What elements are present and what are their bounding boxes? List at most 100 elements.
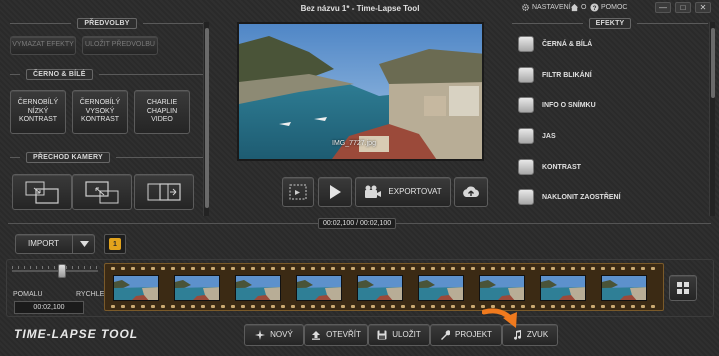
sprocket-hole [541, 267, 545, 270]
open-button[interactable]: OTEVŘÍT [304, 324, 368, 346]
left-scroll-thumb[interactable] [205, 28, 209, 208]
sprocket-hole [281, 267, 285, 270]
save-button[interactable]: ULOŽIT [368, 324, 430, 346]
timeline-thumbnail[interactable] [479, 275, 525, 301]
home-link[interactable]: O [570, 3, 586, 12]
sprocket-hole [231, 267, 235, 270]
sprocket-hole [191, 267, 195, 270]
sprocket-hole [131, 305, 135, 308]
sprocket-hole [241, 305, 245, 308]
sprocket-hole [301, 267, 305, 270]
maximize-button[interactable]: □ [675, 2, 691, 13]
effect-frame-info[interactable]: INFO O SNÍMKU [518, 97, 596, 113]
import-dropdown-button[interactable] [72, 234, 95, 254]
bw-low-contrast-button[interactable]: ČERNOBÍLÝ NÍZKÝ KONTRAST [10, 90, 66, 134]
speed-slider-handle[interactable] [58, 264, 66, 278]
sprocket-hole [131, 267, 135, 270]
effect-contrast[interactable]: KONTRAST [518, 159, 581, 175]
sprocket-hole [261, 267, 265, 270]
sprocket-hole [201, 305, 205, 308]
zoom-out-icon [85, 181, 119, 204]
timeline-thumbnail[interactable] [357, 275, 403, 301]
export-button[interactable]: EXPORTOVAT [355, 177, 451, 207]
orange-pointer-arrow-icon [482, 308, 517, 328]
effect-brightness-checkbox[interactable] [518, 128, 534, 144]
effect-flicker-checkbox[interactable] [518, 67, 534, 83]
new-button[interactable]: NOVÝ [244, 324, 304, 346]
presets-header-label: PŘEDVOLBY [77, 18, 137, 29]
sprocket-hole [341, 305, 345, 308]
sprocket-hole [451, 267, 455, 270]
gear-icon [522, 4, 529, 11]
effect-frame-info-checkbox[interactable] [518, 97, 534, 113]
effect-bw[interactable]: ČERNÁ & BÍLÁ [518, 36, 592, 52]
preview-filename: IMG_7727.jpg [332, 140, 376, 147]
minimize-button[interactable]: — [655, 2, 671, 13]
sprocket-hole [141, 305, 145, 308]
effect-tilt-shift-checkbox[interactable] [518, 189, 534, 205]
wrench-icon [441, 330, 451, 340]
effect-flicker[interactable]: FILTR BLIKÁNÍ [518, 67, 592, 83]
sprocket-hole [121, 305, 125, 308]
close-button[interactable]: ✕ [695, 2, 711, 13]
clear-effects-button[interactable]: VYMAZAT EFEKTY [10, 36, 76, 55]
effects-scrollbar[interactable] [709, 22, 715, 216]
sprocket-hole [211, 267, 215, 270]
effect-bw-checkbox[interactable] [518, 36, 534, 52]
sprocket-hole [181, 305, 185, 308]
help-link[interactable]: ? POMOC [590, 3, 627, 12]
sprocket-hole [431, 305, 435, 308]
sprocket-hole [291, 305, 295, 308]
bw-high-contrast-button[interactable]: ČERNOBÍLÝ VYSOKÝ KONTRAST [72, 90, 128, 134]
speed-slider[interactable] [12, 264, 98, 278]
effect-brightness[interactable]: JAS [518, 128, 556, 144]
sprocket-hole [371, 305, 375, 308]
timeline-thumbnail[interactable] [296, 275, 342, 301]
sprocket-hole [111, 305, 115, 308]
effect-contrast-checkbox[interactable] [518, 159, 534, 175]
effect-tilt-shift[interactable]: NAKLONIT ZAOSTŘENÍ [518, 189, 621, 205]
timeline-thumbnail[interactable] [113, 275, 159, 301]
timeline-thumbnail[interactable] [418, 275, 464, 301]
timeline-thumbnail[interactable] [601, 275, 647, 301]
sprocket-hole [341, 267, 345, 270]
sprocket-hole [401, 305, 405, 308]
open-icon [312, 331, 321, 340]
play-button[interactable] [318, 177, 352, 207]
play-icon [330, 185, 341, 199]
zoom-in-transition-button[interactable] [12, 174, 72, 210]
timeline-thumbnail[interactable] [540, 275, 586, 301]
effects-scroll-thumb[interactable] [711, 28, 715, 98]
floppy-icon [377, 330, 387, 340]
zoom-out-transition-button[interactable] [72, 174, 132, 210]
sprocket-hole [581, 305, 585, 308]
frame-select-button[interactable] [282, 177, 314, 207]
marker-slot[interactable]: 1 [104, 234, 126, 254]
camera-header: PŘECHOD KAMERY [10, 152, 204, 163]
sprocket-hole [441, 267, 445, 270]
sprocket-hole [371, 267, 375, 270]
timeline-thumbnail[interactable] [235, 275, 281, 301]
sprocket-hole [461, 267, 465, 270]
sprocket-hole [581, 267, 585, 270]
app-logo: TIME-LAPSE TOOL [14, 327, 139, 341]
timeline-thumbnail[interactable] [174, 275, 220, 301]
charlie-chaplin-button[interactable]: CHARLIE CHAPLIN VIDEO [134, 90, 190, 134]
save-preset-button[interactable]: ULOŽIT PŘEDVOLBU [82, 36, 158, 55]
duration-field[interactable]: 00:02,100 [14, 301, 84, 314]
sprocket-hole [571, 305, 575, 308]
zoom-in-icon [25, 181, 59, 204]
effect-flicker-label: FILTR BLIKÁNÍ [542, 71, 592, 79]
upload-button[interactable] [454, 177, 488, 207]
sprocket-hole [351, 267, 355, 270]
sprocket-hole [381, 305, 385, 308]
pan-transition-button[interactable] [134, 174, 194, 210]
grid-view-button[interactable] [669, 275, 697, 301]
speed-slow-label: POMALU [13, 291, 43, 298]
left-panel-scrollbar[interactable] [203, 22, 209, 216]
sprocket-hole [461, 305, 465, 308]
sprocket-hole [261, 305, 265, 308]
timecode-display: 00:02,100 / 00:02,100 [318, 218, 397, 229]
sprocket-hole [651, 267, 655, 270]
settings-link[interactable]: NASTAVENÍ [521, 3, 571, 12]
